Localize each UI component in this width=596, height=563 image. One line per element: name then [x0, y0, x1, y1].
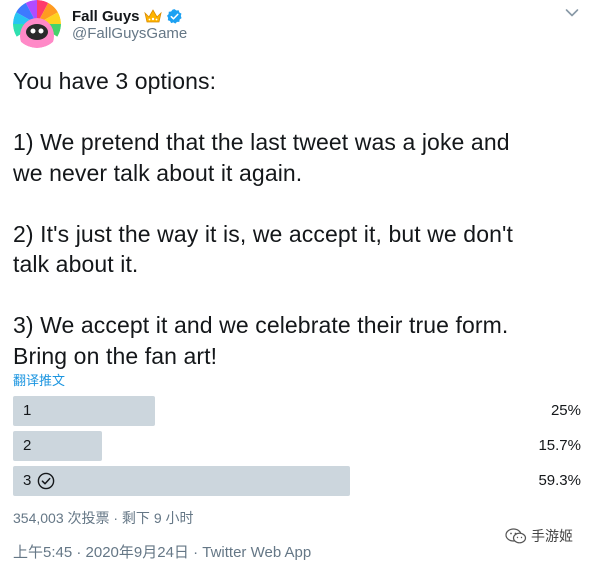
watermark-label: 手游姬: [531, 528, 573, 544]
poll-option-3: 3 59.3%: [13, 466, 583, 496]
poll-option-percent: 59.3%: [538, 472, 581, 489]
poll-option-label: 2: [23, 431, 31, 461]
tweet-card: Fall Guys @FallGuysGame You have 3 optio…: [0, 0, 596, 563]
verified-badge-icon: [166, 8, 182, 24]
chevron-down-icon[interactable]: [565, 8, 579, 18]
timestamp[interactable]: 上午5:45 · 2020年9月24日 · Twitter Web App: [13, 541, 311, 562]
fall-guys-avatar-icon: [13, 0, 61, 48]
crown-icon: [143, 9, 162, 23]
poll-bar: [13, 466, 350, 496]
poll-option-1: 1 25%: [13, 396, 583, 426]
poll-option-text: 2: [23, 437, 32, 454]
display-name[interactable]: Fall Guys: [72, 8, 140, 25]
avatar[interactable]: [13, 0, 61, 48]
poll-option-label: 1: [23, 396, 31, 426]
handle[interactable]: @FallGuysGame: [72, 25, 187, 42]
check-circle-icon: [38, 472, 55, 490]
poll-option-text: 1: [23, 402, 32, 419]
poll-option-percent: 15.7%: [538, 437, 581, 454]
name-row: Fall Guys: [72, 6, 183, 26]
poll-option-percent: 25%: [550, 402, 581, 419]
tweet-text: You have 3 options: 1) We pretend that t…: [13, 68, 513, 369]
watermark: 手游姬: [505, 526, 573, 546]
poll-option-text: 3: [23, 472, 32, 489]
translate-tweet-link[interactable]: 翻译推文: [13, 370, 65, 389]
poll-option-label: 3: [23, 466, 55, 496]
poll-vote-count: 354,003 次投票 · 剩下 9 小时: [13, 510, 194, 526]
wechat-logo-icon: [505, 528, 527, 544]
poll-option-2: 2 15.7%: [13, 431, 583, 461]
poll-bar: [13, 396, 155, 426]
